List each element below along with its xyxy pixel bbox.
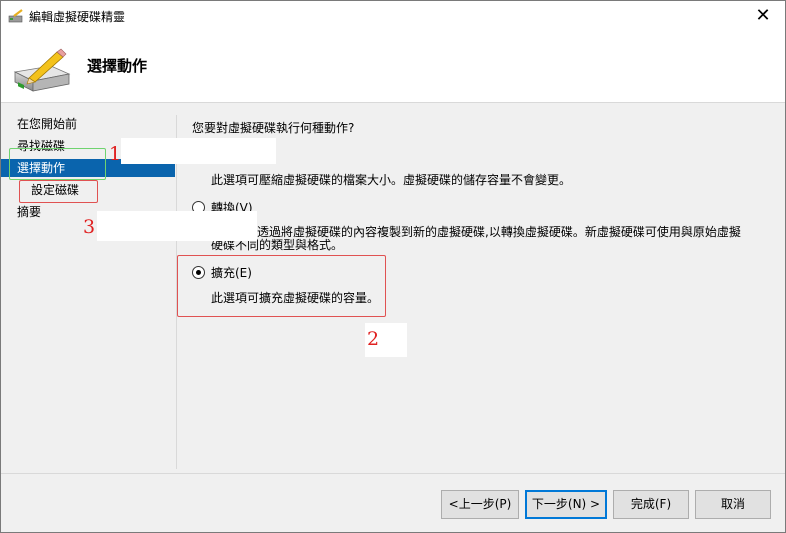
close-button[interactable]: ✕ bbox=[741, 1, 785, 31]
window-title: 編輯虛擬硬碟精靈 bbox=[29, 10, 126, 24]
next-button[interactable]: 下一步(N) > bbox=[525, 490, 607, 519]
compact-description: 此選項可壓縮虛擬硬碟的檔案大小。虛擬硬碟的儲存容量不會變更。 bbox=[211, 173, 572, 187]
wizard-window: 編輯虛擬硬碟精靈 ✕ 選擇動作 在您開始前 尋找磁碟 選擇動作 設定磁碟 摘要 … bbox=[0, 0, 786, 533]
footer-divider bbox=[1, 473, 785, 474]
redaction bbox=[121, 138, 276, 164]
page-title: 選擇動作 bbox=[87, 57, 148, 75]
disk-edit-icon bbox=[8, 9, 23, 23]
annotation-number-1: 1 bbox=[109, 143, 122, 165]
previous-button[interactable]: <上一步(P) bbox=[441, 490, 519, 519]
finish-button[interactable]: 完成(F) bbox=[613, 490, 689, 519]
step-summary[interactable]: 摘要 bbox=[1, 203, 41, 221]
wizard-header: 選擇動作 bbox=[1, 31, 785, 103]
step-before-you-begin[interactable]: 在您開始前 bbox=[1, 115, 77, 133]
annotation-number-2: 2 bbox=[367, 328, 380, 350]
action-question: 您要對虛擬硬碟執行何種動作? bbox=[192, 121, 355, 135]
title-bar[interactable]: 編輯虛擬硬碟精靈 ✕ bbox=[1, 1, 785, 31]
close-icon: ✕ bbox=[755, 5, 771, 26]
redaction bbox=[97, 211, 257, 241]
step-label: 在您開始前 bbox=[17, 117, 78, 131]
cancel-button[interactable]: 取消 bbox=[695, 490, 771, 519]
annotation-box-configure-disk bbox=[19, 180, 98, 203]
step-label: 摘要 bbox=[17, 205, 42, 219]
annotation-box-expand bbox=[177, 255, 386, 317]
annotation-box-choose-action bbox=[9, 148, 106, 180]
annotation-number-3: 3 bbox=[83, 216, 96, 238]
virtual-disk-pencil-icon bbox=[13, 48, 71, 92]
